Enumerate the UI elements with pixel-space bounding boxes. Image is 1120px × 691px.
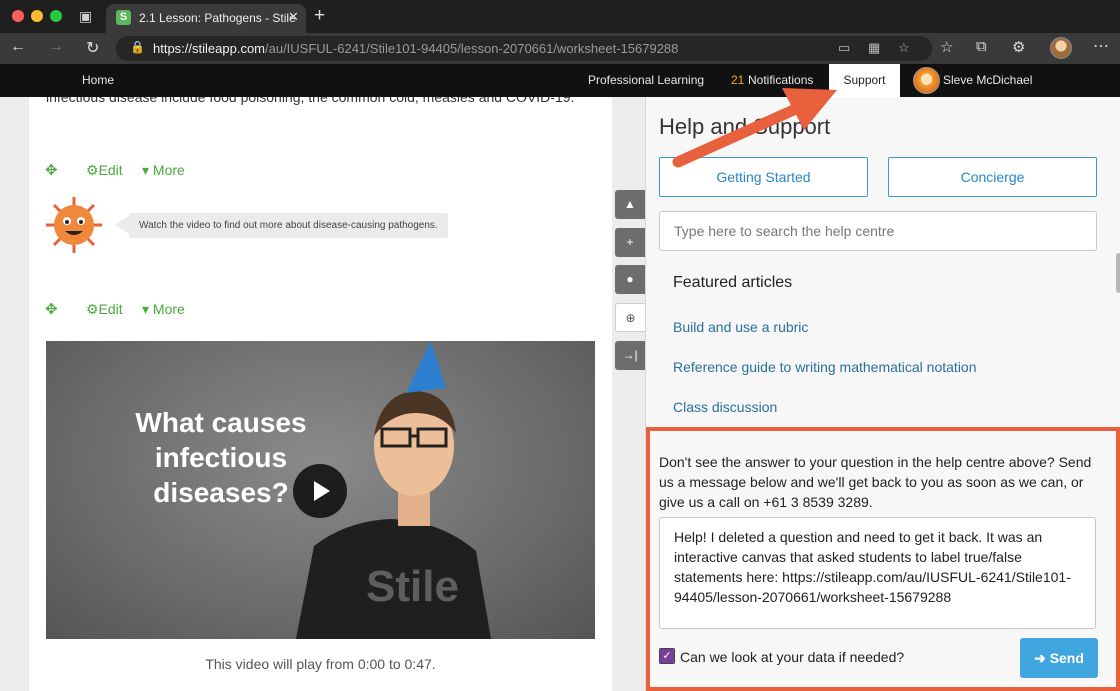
more-menu-icon[interactable]: ⋯ [1093, 36, 1109, 56]
more-label: More [152, 162, 185, 178]
gear-icon: ⚙ [86, 301, 99, 317]
nav-user-name[interactable]: Sleve McDichael [943, 73, 1032, 87]
send-label: Send [1049, 650, 1084, 666]
favorites-icon[interactable]: ☆ [940, 38, 953, 56]
extensions-icon[interactable]: ⚙ [1012, 38, 1025, 56]
toolbar-support-button[interactable]: ⊕ [615, 303, 645, 332]
lifebuoy-icon: ⊕ [625, 311, 636, 325]
edit-label: Edit [98, 162, 123, 178]
side-toolbar: ▲ + ● ⊕ →| [615, 190, 645, 372]
profile-avatar[interactable] [1050, 37, 1072, 59]
message-textarea[interactable]: Help! I deleted a question and need to g… [659, 517, 1096, 629]
back-icon[interactable]: ← [10, 38, 26, 56]
gear-icon: ⚙ [86, 162, 99, 178]
browser-tab-bar: ▣ S 2.1 Lesson: Pathogens - Stile ✕ + [0, 0, 1120, 33]
sidebar-toggle-icon[interactable]: ▣ [79, 8, 92, 25]
arrow-right-icon: ➜ [1034, 650, 1046, 666]
contact-form: Don't see the answer to your question in… [646, 427, 1120, 691]
play-button[interactable] [293, 464, 347, 518]
lesson-content: infectious disease include food poisonin… [29, 97, 612, 691]
chat-icon: ● [626, 272, 634, 286]
video-player[interactable]: Stile What causes infectious diseases? [46, 341, 595, 639]
scrollbar-thumb[interactable] [1116, 253, 1120, 293]
lesson-intro-text: infectious disease include food poisonin… [46, 97, 575, 105]
user-avatar[interactable] [913, 67, 940, 94]
help-search-input[interactable] [659, 211, 1097, 251]
edit-button[interactable]: ⚙Edit [86, 162, 123, 179]
speech-bubble: Watch the video to find out more about d… [129, 213, 448, 238]
more-button[interactable]: ▾ More [142, 301, 185, 318]
zoom-window-button[interactable] [50, 10, 62, 22]
more-label: More [152, 301, 185, 317]
reload-icon[interactable]: ↻ [86, 38, 99, 58]
url-field[interactable]: 🔒 https://stileapp.com/au/IUSFUL-6241/St… [116, 36, 932, 61]
concierge-button[interactable]: Concierge [888, 157, 1097, 197]
new-tab-icon[interactable]: + [314, 5, 325, 27]
url-text: https://stileapp.com/au/IUSFUL-6241/Stil… [153, 41, 679, 56]
annotation-arrow-icon [672, 88, 837, 168]
chevron-down-icon: ▾ [142, 301, 150, 317]
chevron-down-icon: ▾ [142, 162, 150, 178]
lock-icon: 🔒 [130, 40, 145, 54]
tab-title: 2.1 Lesson: Pathogens - Stile [139, 11, 296, 25]
favorite-star-icon[interactable]: ☆ [898, 40, 910, 56]
article-link[interactable]: Reference guide to writing mathematical … [673, 359, 977, 375]
more-button[interactable]: ▾ More [142, 162, 185, 179]
stile-favicon-icon: S [116, 10, 131, 25]
video-caption: This video will play from 0:00 to 0:47. [205, 656, 436, 672]
article-link[interactable]: Build and use a rubric [673, 319, 808, 335]
move-icon[interactable]: ✥ [45, 161, 58, 179]
nav-home[interactable]: Home [82, 73, 114, 87]
play-icon [314, 481, 330, 501]
edit-label: Edit [98, 301, 123, 317]
edit-button[interactable]: ⚙Edit [86, 301, 123, 318]
tab-close-icon[interactable]: ✕ [288, 9, 299, 25]
address-bar-row: ← → ↻ 🔒 https://stileapp.com/au/IUSFUL-6… [0, 33, 1120, 64]
featured-articles-heading: Featured articles [673, 274, 793, 291]
bell-icon: ▲ [624, 197, 636, 211]
consent-checkbox[interactable]: ✓ [659, 648, 675, 664]
toolbar-collapse-button[interactable]: →| [615, 341, 645, 370]
toolbar-add-button[interactable]: + [615, 228, 645, 257]
scrollbar[interactable] [1116, 247, 1120, 377]
apps-grid-icon[interactable]: ▦ [868, 40, 880, 56]
browser-tab-active[interactable]: S 2.1 Lesson: Pathogens - Stile ✕ [106, 4, 306, 33]
move-icon[interactable]: ✥ [45, 300, 58, 318]
article-link[interactable]: Class discussion [673, 399, 777, 415]
speech-bubble-tail [115, 216, 129, 234]
toolbar-bell-button[interactable]: ▲ [615, 190, 645, 219]
app-navbar: Home Professional Learning 21 Notificati… [0, 64, 1120, 97]
collections-icon[interactable]: ⧉ [976, 38, 987, 55]
consent-label: Can we look at your data if needed? [680, 649, 905, 665]
contact-instructions: Don't see the answer to your question in… [659, 454, 1092, 510]
svg-text:Stile: Stile [366, 562, 459, 611]
cast-icon[interactable]: ▭ [838, 40, 850, 56]
forward-icon[interactable]: → [48, 38, 64, 56]
plus-icon: + [626, 235, 634, 249]
close-window-button[interactable] [12, 10, 24, 22]
collapse-panel-icon: →| [622, 348, 638, 362]
minimize-window-button[interactable] [31, 10, 43, 22]
send-button[interactable]: ➜ Send [1020, 638, 1098, 678]
support-panel: Help and Support Getting Started Concier… [645, 97, 1120, 691]
virus-mascot-icon [46, 197, 102, 253]
toolbar-comments-button[interactable]: ● [615, 265, 645, 294]
